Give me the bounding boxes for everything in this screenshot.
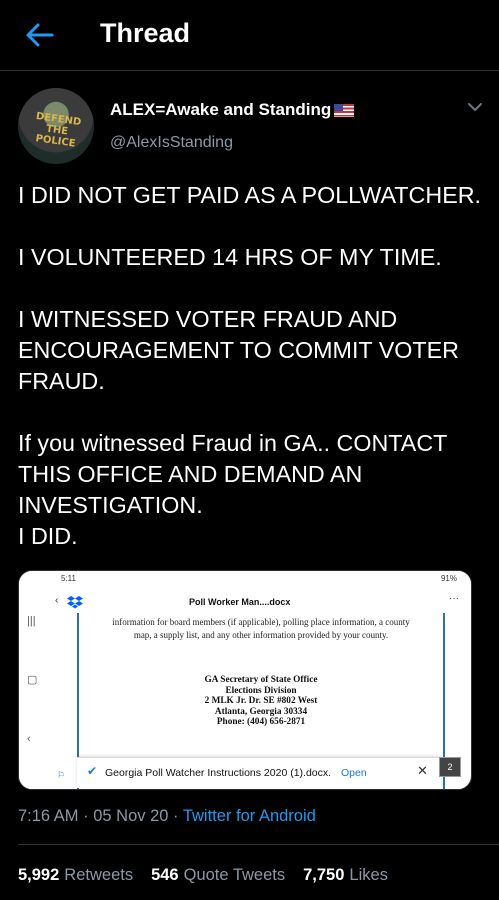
tweet-source-link[interactable]: Twitter for Android (183, 807, 316, 825)
open-link: Open (341, 767, 367, 779)
close-icon: ✕ (417, 763, 428, 778)
back-nav-icon: ‹ (27, 733, 31, 745)
tweet-date: 05 Nov 20 (93, 807, 169, 825)
doc-header: ‹ Poll Worker Man....docx ··· (49, 593, 467, 613)
back-chevron-icon: ‹ (55, 595, 59, 606)
address-line: Elections Division (225, 685, 297, 696)
more-icon: ··· (449, 593, 459, 604)
meta-separator: · (83, 807, 89, 825)
doc-text-line: map, a supply list, and any other inform… (133, 630, 389, 640)
tweet-paragraph: I VOLUNTEERED 14 HRS OF MY TIME. (18, 244, 442, 270)
us-flag-icon (334, 103, 355, 117)
address-line: Atlanta, Georgia 30334 (214, 706, 308, 717)
quotes-count: 546 (151, 866, 179, 884)
quote-tweets-stat[interactable]: 546 Quote Tweets (151, 866, 285, 885)
chevron-down-icon[interactable] (466, 100, 484, 114)
download-toast: ✔ Georgia Poll Watcher Instructions 2020… (77, 757, 441, 788)
battery-level: 91% (440, 574, 457, 583)
doc-text-line: information for board members (if applic… (112, 617, 410, 627)
tab-count-badge: 2 (439, 757, 461, 777)
quotes-label: Quote Tweets (183, 866, 286, 884)
tweet-paragraph: I DID. (18, 523, 78, 549)
engagement-stats: 5,992 Retweets 546 Quote Tweets 7,750 Likes (18, 866, 388, 885)
tweet-text: I DID NOT GET PAID AS A POLLWATCHER. I V… (18, 180, 488, 552)
avatar-shirt-text: DEFEND THE POLICE (34, 110, 82, 150)
author-name-text: ALEX=Awake and Standing (110, 100, 332, 119)
recents-icon: ||| (27, 615, 36, 627)
address-line: GA Secretary of State Office (204, 675, 318, 685)
phone-nav-rail: ||| ▢ ‹ (19, 587, 45, 789)
likes-label: Likes (349, 866, 388, 884)
page-title: Thread (100, 18, 191, 48)
doc-title: Poll Worker Man....docx (189, 597, 291, 607)
retweets-count: 5,992 (18, 866, 60, 884)
author-handle[interactable]: @AlexIsStanding (110, 134, 233, 152)
download-filename: Georgia Poll Watcher Instructions 2020 (… (105, 767, 332, 779)
address-line: 2 MLK Jr. Dr. SE #802 West (204, 696, 318, 706)
tweet-meta: 7:16 AM · 05 Nov 20 · Twitter for Androi… (18, 807, 316, 826)
tweet-time: 7:16 AM (18, 807, 79, 825)
retweets-stat[interactable]: 5,992 Retweets (18, 866, 133, 885)
check-icon: ✔ (87, 764, 98, 778)
tweet-paragraph: I WITNESSED VOTER FRAUD AND ENCOURAGEMEN… (18, 306, 459, 394)
likes-stat[interactable]: 7,750 Likes (303, 866, 388, 885)
arrow-left-icon[interactable] (24, 22, 54, 48)
retweets-label: Retweets (64, 866, 134, 884)
dropbox-icon (67, 596, 83, 609)
divider (18, 844, 499, 845)
tweet-media-image[interactable]: 5:11 91% ||| ▢ ‹ ‹ Poll Worker Man....do… (18, 570, 472, 790)
flag-icon: ⚐ (57, 770, 66, 780)
address-line: Phone: (404) 656-2871 (216, 717, 306, 727)
meta-separator: · (173, 807, 179, 825)
tweet-paragraph: I DID NOT GET PAID AS A POLLWATCHER. (18, 182, 482, 208)
likes-count: 7,750 (303, 866, 345, 884)
author-name[interactable]: ALEX=Awake and Standing (110, 100, 355, 120)
tweet-paragraph: If you witnessed Fraud in GA.. CONTACT T… (18, 430, 447, 518)
top-bar: Thread (0, 0, 499, 71)
office-address: GA Secretary of State Office Elections D… (79, 675, 443, 728)
home-icon: ▢ (27, 674, 38, 686)
avatar[interactable]: DEFEND THE POLICE (18, 88, 94, 164)
phone-status-bar: 5:11 91% (19, 571, 471, 587)
status-time: 5:11 (61, 574, 76, 583)
